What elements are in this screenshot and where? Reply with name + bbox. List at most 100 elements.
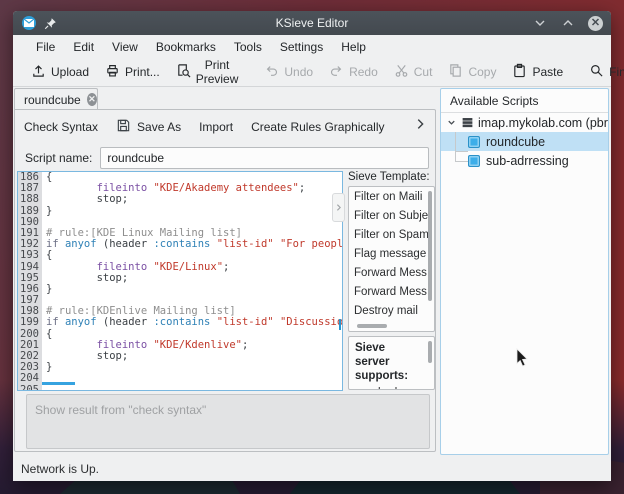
code-line-188[interactable]: 188 stop; <box>18 194 342 205</box>
tab-roundcube[interactable]: roundcube ✕ <box>14 88 98 110</box>
toolbar-button-print-preview[interactable]: Print Preview <box>168 55 247 89</box>
create-rules-label: Create Rules Graphically <box>251 120 384 134</box>
script-name-input[interactable] <box>100 147 429 169</box>
import-label: Import <box>199 120 233 134</box>
code-line-190[interactable]: 190 <box>18 217 342 228</box>
minimize-icon[interactable] <box>532 15 548 31</box>
script-action-row: Check Syntax Save As Import Create Rules… <box>15 113 435 141</box>
redo-icon <box>329 63 344 81</box>
line-text <box>42 295 46 306</box>
toolbar-button-label: Paste <box>532 65 563 79</box>
line-number: 204 <box>18 373 42 384</box>
code-line-192[interactable]: 192if anyof (header :contains "list-id" … <box>18 239 342 250</box>
copy-icon <box>448 63 463 81</box>
server-icon <box>461 116 474 129</box>
toolbar-button-label: Redo <box>349 65 378 79</box>
line-text: if anyof (header :contains "list-id" "Fo… <box>42 239 342 250</box>
code-line-201[interactable]: 201 fileinto "KDE/Kdenlive"; <box>18 340 342 351</box>
toolbar-button-label: Find... <box>609 65 624 79</box>
menu-item-edit[interactable]: Edit <box>64 37 103 57</box>
tree-branch-line <box>455 151 468 162</box>
mouse-cursor <box>516 348 530 373</box>
toolbar-button-paste[interactable]: Paste <box>504 60 571 84</box>
code-line-186[interactable]: 186{ <box>18 172 342 183</box>
script-name-label: sub-adrressing <box>486 154 569 168</box>
upload-icon <box>31 63 46 81</box>
code-line-191[interactable]: 191# rule:[KDE Linux Mailing list] <box>18 228 342 239</box>
template-item-flag-message[interactable]: Flag message <box>349 244 434 263</box>
menu-item-help[interactable]: Help <box>332 37 375 57</box>
code-line-199[interactable]: 199if anyof (header :contains "list-id" … <box>18 317 342 328</box>
available-scripts-panel: Available Scripts imap.mykolab.com (pbro… <box>440 88 609 455</box>
toolbar-button-upload[interactable]: Upload <box>23 60 97 84</box>
code-line-189[interactable]: 189} <box>18 206 342 217</box>
code-line-205[interactable]: 205 <box>18 385 342 391</box>
save-as-label: Save As <box>137 120 181 134</box>
import-button[interactable]: Import <box>190 116 242 138</box>
close-window-icon[interactable]: ✕ <box>588 16 603 31</box>
toolbar-overflow-chevron-icon[interactable] <box>413 117 427 136</box>
script-name-label: roundcube <box>486 135 545 149</box>
tab-close-icon[interactable]: ✕ <box>87 93 97 106</box>
template-item-filter-on-maili[interactable]: Filter on Maili <box>349 187 434 206</box>
create-rules-button[interactable]: Create Rules Graphically <box>242 116 393 138</box>
chevron-down-icon[interactable] <box>446 117 457 128</box>
code-line-194[interactable]: 194 fileinto "KDE/Linux"; <box>18 262 342 273</box>
supports-scrollbar[interactable] <box>428 341 432 363</box>
check-syntax-result-box: Show result from "check syntax" <box>26 394 430 449</box>
server-supports-title: Sieve server supports: <box>355 341 421 383</box>
code-line-200[interactable]: 200{ <box>18 329 342 340</box>
template-vertical-scrollbar[interactable] <box>428 191 432 301</box>
menu-item-file[interactable]: File <box>27 37 64 57</box>
maximize-icon[interactable] <box>560 15 576 31</box>
toolbar-button-label: Print Preview <box>196 58 239 86</box>
save-as-button[interactable]: Save As <box>107 114 190 140</box>
toolbar-button-find[interactable]: Find... <box>581 60 624 84</box>
script-checkbox[interactable] <box>468 155 480 167</box>
available-scripts-title: Available Scripts <box>441 89 608 113</box>
toolbar-button-label: Cut <box>414 65 433 79</box>
tree-item-server[interactable]: imap.mykolab.com (pbro... <box>441 113 608 132</box>
save-icon <box>116 118 131 136</box>
code-line-198[interactable]: 198# rule:[KDEnlive Mailing list] <box>18 306 342 317</box>
script-checkbox[interactable] <box>468 136 480 148</box>
sieve-template-list[interactable]: Filter on MailiFilter on SubjeFilter on … <box>348 186 435 332</box>
script-name-label: Script name: <box>25 151 92 165</box>
menu-item-bookmarks[interactable]: Bookmarks <box>147 37 225 57</box>
template-item-forward-mess[interactable]: Forward Mess <box>349 282 434 301</box>
code-line-187[interactable]: 187 fileinto "KDE/Akademy attendees"; <box>18 183 342 194</box>
line-text: stop; <box>42 273 128 284</box>
tree-item-script-sub-adrressing[interactable]: sub-adrressing <box>441 151 608 170</box>
template-item-filter-on-subje[interactable]: Filter on Subje <box>349 206 434 225</box>
code-line-195[interactable]: 195 stop; <box>18 273 342 284</box>
text-caret <box>339 319 341 330</box>
sieve-code-editor[interactable]: 186{187 fileinto "KDE/Akademy attendees"… <box>17 171 343 391</box>
toolbar-button-print[interactable]: Print... <box>97 60 168 84</box>
code-line-202[interactable]: 202 stop; <box>18 351 342 362</box>
splitter-collapse-handle[interactable] <box>332 193 345 222</box>
cut-icon <box>394 63 409 81</box>
code-line-203[interactable]: 203} <box>18 362 342 373</box>
check-syntax-button[interactable]: Check Syntax <box>15 116 107 138</box>
line-text: if anyof (header :contains "list-id" "Di… <box>42 317 342 328</box>
line-text: fileinto "KDE/Linux"; <box>42 262 229 273</box>
template-item-destroy-mail[interactable]: Destroy mail <box>349 301 434 320</box>
code-line-196[interactable]: 196} <box>18 284 342 295</box>
main-toolbar: UploadPrint...Print PreviewUndoRedoCutCo… <box>13 58 611 87</box>
menu-item-settings[interactable]: Settings <box>271 37 332 57</box>
line-number: 194 <box>18 262 42 273</box>
menu-item-tools[interactable]: Tools <box>225 37 271 57</box>
menubar: FileEditViewBookmarksToolsSettingsHelp <box>13 35 611 58</box>
template-item-forward-mess[interactable]: Forward Mess <box>349 263 434 282</box>
print-icon <box>105 63 120 81</box>
titlebar[interactable]: KSieve Editor ✕ <box>13 11 611 35</box>
template-horizontal-scrollbar[interactable] <box>357 324 387 328</box>
code-line-193[interactable]: 193{ <box>18 250 342 261</box>
toolbar-button-label: Copy <box>468 65 496 79</box>
line-number: 193 <box>18 250 42 261</box>
code-line-197[interactable]: 197 <box>18 295 342 306</box>
line-text: # rule:[KDEnlive Mailing list] <box>42 306 236 317</box>
template-item-filter-on-spam[interactable]: Filter on Spam <box>349 225 434 244</box>
tree-item-script-roundcube[interactable]: roundcube <box>441 132 608 151</box>
menu-item-view[interactable]: View <box>103 37 147 57</box>
